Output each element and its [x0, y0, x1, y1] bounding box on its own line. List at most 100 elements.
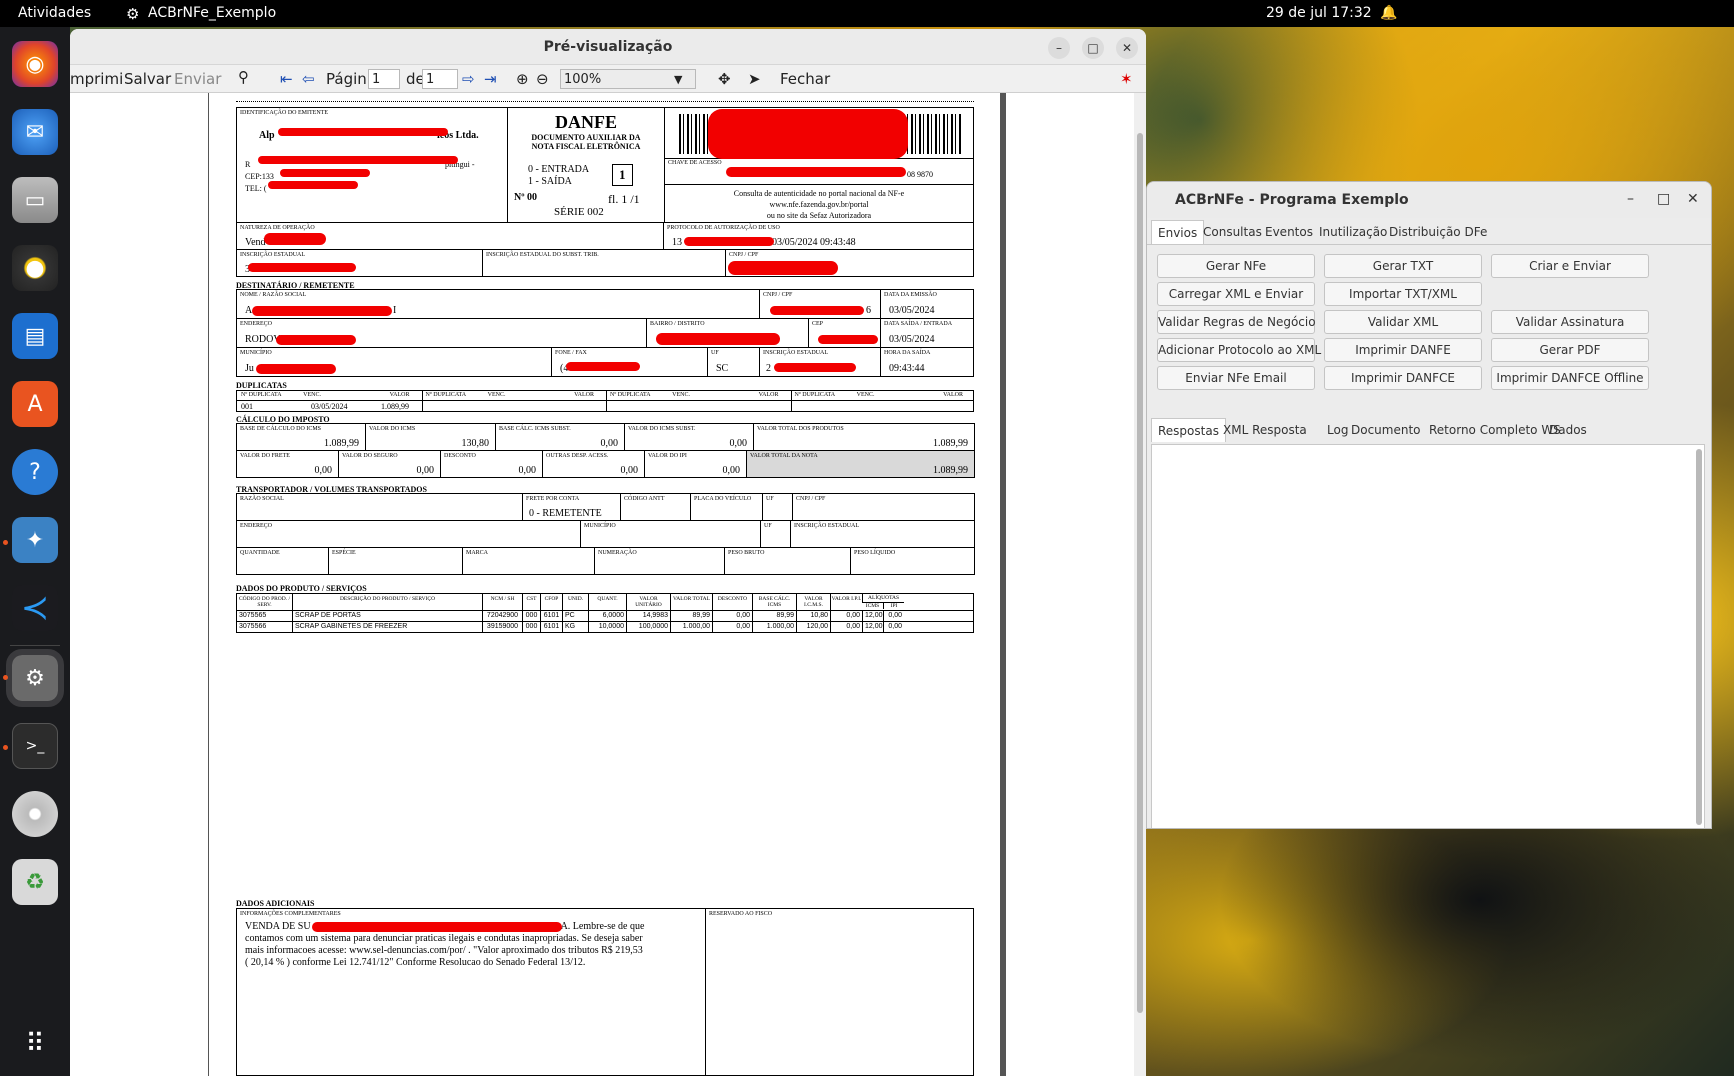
imposto-value: 0,00: [416, 465, 435, 476]
adicionar-protocolo-ao-xml-button[interactable]: Adicionar Protocolo ao XML: [1157, 338, 1321, 362]
field-label: UF: [766, 496, 774, 502]
redaction: [774, 363, 856, 372]
activities-button[interactable]: Atividades: [18, 5, 91, 21]
minimize-button[interactable]: –: [1627, 191, 1634, 207]
maximize-button[interactable]: □: [1082, 37, 1104, 59]
close-button[interactable]: ✕: [1687, 191, 1699, 207]
send-button[interactable]: Enviar: [174, 70, 221, 88]
tab-documento[interactable]: Documento: [1345, 418, 1427, 442]
vscode-icon[interactable]: ≺: [12, 585, 58, 631]
page-input[interactable]: 1: [368, 69, 400, 89]
show-apps-grid-icon[interactable]: ⠿: [12, 1021, 58, 1067]
acbr-response-tabs: Respostas XML Resposta Log Documento Retorno…: [1147, 418, 1711, 442]
last-page-icon[interactable]: ⇥: [484, 70, 497, 88]
tab-inutiliza-o[interactable]: Inutilização: [1313, 220, 1393, 244]
terminal-icon[interactable]: >_: [12, 723, 58, 769]
trash-icon[interactable]: ♻: [12, 859, 58, 905]
imposto-value: 0,00: [600, 438, 619, 449]
clock[interactable]: 29 de jul 17:32: [1266, 5, 1372, 21]
prev-page-icon[interactable]: ⇦: [302, 70, 315, 88]
gerar-txt-button[interactable]: Gerar TXT: [1324, 254, 1482, 278]
dbeaver-icon[interactable]: ✦: [12, 517, 58, 563]
imposto-cell: VALOR TOTAL DA NOTA 1.089,99: [746, 450, 975, 478]
scrollbar-thumb[interactable]: [1137, 133, 1143, 1013]
tab-dados[interactable]: Dados: [1543, 418, 1593, 442]
transport-cell: UF: [760, 520, 791, 548]
running-indicator: [3, 540, 8, 545]
imposto-value: 0,00: [314, 465, 333, 476]
carregar-xml-e-enviar-button[interactable]: Carregar XML e Enviar: [1157, 282, 1315, 306]
section-title: DUPLICATAS: [236, 381, 287, 390]
print-button[interactable]: mprimi: [70, 70, 123, 88]
table-cell: 89,99: [670, 611, 712, 621]
gerar-nfe-button[interactable]: Gerar NFe: [1157, 254, 1315, 278]
product-header-cell: NCM / SH: [482, 594, 522, 610]
writer-icon[interactable]: ▤: [12, 313, 58, 359]
section-title: DADOS DO PRODUTO / SERVIÇOS: [236, 584, 367, 593]
chevron-down-icon[interactable]: ▼: [674, 73, 682, 86]
disc-icon[interactable]: [12, 791, 58, 837]
redaction: [258, 156, 458, 164]
close-preview-button[interactable]: Fechar: [780, 70, 830, 88]
validar-xml-button[interactable]: Validar XML: [1324, 310, 1482, 334]
field-label: BASE CÁLC. ICMS SUBST.: [499, 426, 571, 432]
danfe-title-box: DANFE DOCUMENTO AUXILIAR DA NOTA FISCAL …: [507, 107, 665, 223]
field-label: CEP: [812, 321, 824, 327]
app-menu[interactable]: ACBrNFe_Exemplo: [148, 5, 276, 21]
criar-e-enviar-button[interactable]: Criar e Enviar: [1491, 254, 1649, 278]
dest-city: Ju: [245, 363, 254, 374]
field-label: VENC.: [672, 392, 690, 398]
imposto-cell: VALOR TOTAL DOS PRODUTOS 1.089,99: [753, 423, 975, 451]
preview-canvas[interactable]: IDENTIFICAÇÃO DO EMITENTE Alp icos Ltda.…: [70, 93, 1146, 1076]
table-cell: 1.000,00: [670, 622, 712, 632]
importar-txt-xml-button[interactable]: Importar TXT/XML: [1324, 282, 1482, 306]
zoom-in-icon[interactable]: ⊕: [516, 70, 529, 88]
running-indicator: [3, 745, 8, 750]
tab-consultas[interactable]: Consultas: [1197, 220, 1268, 244]
table-cell: KG: [562, 622, 588, 632]
response-text-area[interactable]: [1151, 444, 1705, 828]
pan-icon[interactable]: ✥: [718, 70, 731, 88]
firefox-icon[interactable]: ◉: [12, 41, 58, 87]
software-center-icon[interactable]: A: [12, 381, 58, 427]
redaction: [684, 237, 774, 246]
next-page-icon[interactable]: ⇨: [462, 70, 475, 88]
tab-eventos[interactable]: Eventos: [1259, 220, 1319, 244]
redaction: [276, 335, 356, 345]
running-indicator: [3, 675, 8, 680]
tab-xml-resposta[interactable]: XML Resposta: [1217, 418, 1313, 442]
imprimir-danfce-offline-button[interactable]: Imprimir DANFCE Offline: [1491, 366, 1649, 390]
preview-scrollbar[interactable]: [1134, 93, 1146, 1076]
field-label: CÓDIGO ANTT: [624, 496, 665, 502]
thunderbird-icon[interactable]: ✉: [12, 109, 58, 155]
first-page-icon[interactable]: ⇤: [280, 70, 293, 88]
dest-name-end: I: [393, 305, 397, 316]
field-label: Nº DUPLICATA: [425, 392, 467, 398]
rhythmbox-icon[interactable]: ●: [12, 245, 58, 291]
enviar-nfe-email-button[interactable]: Enviar NFe Email: [1157, 366, 1315, 390]
help-icon[interactable]: ?: [12, 449, 58, 495]
field-label: VALOR DO IPI: [648, 453, 687, 459]
files-icon[interactable]: ▭: [12, 177, 58, 223]
close-button[interactable]: ✕: [1116, 37, 1138, 59]
maximize-button[interactable]: □: [1657, 191, 1670, 207]
notification-bell-icon[interactable]: 🔔: [1380, 5, 1397, 21]
save-button[interactable]: Salvar: [124, 70, 171, 88]
table-cell: 1.000,00: [752, 622, 796, 632]
nf-serie: SÉRIE 002: [554, 206, 604, 218]
find-binoculars-icon[interactable]: ⚲: [238, 68, 249, 86]
tab-distribui-o-dfe[interactable]: Distribuição DFe: [1383, 220, 1493, 244]
imprimir-danfce-button[interactable]: Imprimir DANFCE: [1324, 366, 1482, 390]
field-label: VALOR: [758, 392, 779, 398]
imprimir-danfe-button[interactable]: Imprimir DANFE: [1324, 338, 1482, 362]
tab-respostas[interactable]: Respostas: [1151, 418, 1226, 442]
validar-assinatura-button[interactable]: Validar Assinatura: [1491, 310, 1649, 334]
settings-gear-icon[interactable]: ⚙: [6, 649, 64, 707]
gerar-pdf-button[interactable]: Gerar PDF: [1491, 338, 1649, 362]
pointer-icon[interactable]: ➤: [748, 70, 761, 88]
validar-regras-de-neg-cio-button[interactable]: Validar Regras de Negócio: [1157, 310, 1316, 334]
response-scrollbar[interactable]: [1696, 449, 1702, 825]
zoom-out-icon[interactable]: ⊖: [536, 70, 549, 88]
dock: ◉ ✉ ▭ ● ▤ A ? ✦ ≺ ⚙ >_ ♻ ⠿: [0, 27, 70, 1076]
minimize-button[interactable]: –: [1048, 37, 1070, 59]
